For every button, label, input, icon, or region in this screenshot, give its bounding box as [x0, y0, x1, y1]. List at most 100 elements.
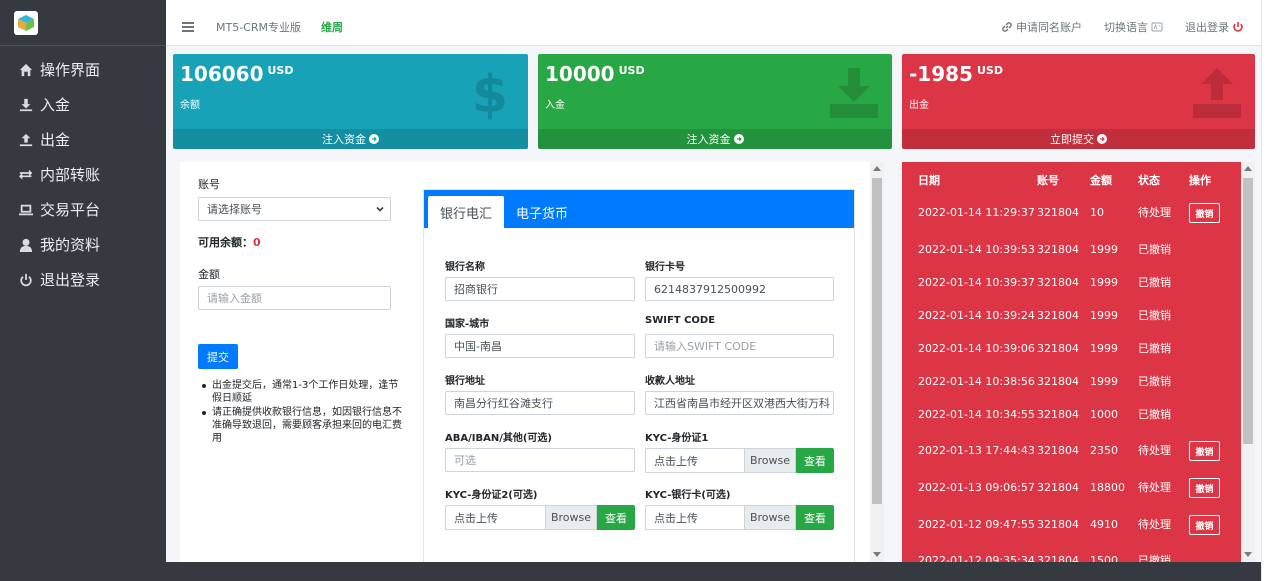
arrow-circle-right-icon [1097, 134, 1107, 144]
card-number-input[interactable]: 6214837912500992 [645, 277, 834, 301]
sidebar-item-profile[interactable]: 我的资料 [0, 227, 166, 262]
submit-button[interactable]: 提交 [198, 344, 238, 369]
window-edge [1261, 0, 1267, 581]
tab-bank-wire[interactable]: 银行电汇 [428, 196, 505, 228]
kyc-id2-file-input[interactable]: 点击上传 [445, 505, 545, 530]
cell-date: 2022-01-14 11:29:37 [918, 206, 1035, 219]
cell-account: 321804 [1037, 309, 1079, 322]
cell-date: 2022-01-14 10:39:24 [918, 309, 1035, 322]
payment-tabs: 银行电汇 电子货币 [424, 190, 854, 228]
switch-language-link[interactable]: 切换语言 [1104, 19, 1163, 35]
tab-crypto[interactable]: 电子货币 [504, 196, 580, 228]
apply-same-name-link[interactable]: 申请同名账户 [1001, 19, 1082, 35]
kyc-bank-card-file-input[interactable]: 点击上传 [645, 505, 744, 530]
kyc-bank-card-label: KYC-银行卡(可选) [645, 490, 731, 501]
bank-name-label: 银行名称 [445, 262, 485, 273]
bank-name-input[interactable]: 招商银行 [445, 277, 635, 301]
payment-method-card: 银行电汇 电子货币 银行名称 招商银行 银行卡号 621483791250099… [423, 189, 855, 562]
download-icon [18, 97, 34, 113]
cell-account: 321804 [1037, 408, 1079, 421]
sidebar-item-label: 出金 [40, 131, 71, 149]
scroll-up-icon[interactable] [1244, 166, 1252, 171]
cell-status: 待处理 [1138, 518, 1171, 531]
brand-link[interactable]: MT5-CRM专业版 [216, 19, 301, 35]
cell-account: 321804 [1037, 276, 1079, 289]
cancel-button[interactable]: 撤销 [1189, 478, 1220, 498]
weekly-link[interactable]: 维周 [321, 19, 343, 35]
cell-date: 2022-01-14 10:38:56 [918, 375, 1035, 388]
sidebar-item-deposit[interactable]: 入金 [0, 87, 166, 122]
table-row: 2022-01-13 09:06:57 321804 18800 待处理 撤销 [902, 478, 1255, 498]
cell-amount: 1999 [1090, 342, 1118, 355]
sidebar-item-logout[interactable]: 退出登录 [0, 262, 166, 297]
kyc-bank-card-view-button[interactable]: 查看 [796, 505, 834, 530]
cell-account: 321804 [1037, 342, 1079, 355]
upload-icon [1193, 68, 1241, 118]
logout-label: 退出登录 [1185, 21, 1229, 34]
menu-toggle-icon[interactable] [182, 22, 194, 32]
cell-amount: 4910 [1090, 518, 1118, 531]
table-row: 2022-01-12 09:47:55 321804 4910 待处理 撤销 [902, 515, 1255, 535]
withdraw-card: -1985 USD 出金 立即提交 [902, 54, 1255, 149]
header-account: 账号 [1037, 174, 1059, 187]
form-scrollbar[interactable] [870, 162, 884, 562]
available-balance-value: 0 [253, 236, 261, 249]
kyc-id2-browse-button[interactable]: Browse [545, 505, 597, 530]
cell-status: 已撤销 [1138, 309, 1171, 322]
note-item: 出金提交后，通常1-3个工作日处理，逢节假日顺延 [198, 379, 408, 405]
sidebar: 操作界面 入金 出金 内部转账 交易平台 我的资料 退出登录 [0, 0, 166, 581]
scroll-down-icon[interactable] [1244, 552, 1252, 557]
sidebar-item-platform[interactable]: 交易平台 [0, 192, 166, 227]
logout-link[interactable]: 退出登录 [1185, 19, 1244, 35]
cell-date: 2022-01-14 10:39:06 [918, 342, 1035, 355]
kyc-id2-view-button[interactable]: 查看 [597, 505, 635, 530]
amount-input[interactable]: 请输入金额 [198, 286, 391, 310]
country-city-label: 国家-城市 [445, 319, 490, 330]
cancel-button[interactable]: 撤销 [1189, 441, 1220, 461]
kyc-id2-upload: 点击上传 Browse 查看 [445, 505, 635, 530]
scroll-up-icon[interactable] [873, 166, 881, 171]
table-row: 2022-01-12 09:35:34 321804 1500 已撤销 [902, 551, 1255, 562]
cell-account: 321804 [1037, 518, 1079, 531]
kyc-id1-view-button[interactable]: 查看 [796, 448, 834, 473]
kyc-id1-browse-button[interactable]: Browse [744, 448, 796, 473]
submit-now-link[interactable]: 立即提交 [902, 129, 1255, 149]
top-right-menu: 申请同名账户 切换语言 退出登录 [1001, 19, 1261, 35]
kyc-id1-file-input[interactable]: 点击上传 [645, 448, 744, 473]
cell-date: 2022-01-12 09:47:55 [918, 518, 1035, 531]
sidebar-item-label: 退出登录 [40, 271, 101, 289]
switch-language-label: 切换语言 [1104, 21, 1148, 34]
cell-amount: 1999 [1090, 375, 1118, 388]
kyc-id1-label: KYC-身份证1 [645, 433, 709, 444]
user-icon [18, 237, 34, 253]
scroll-thumb[interactable] [1243, 178, 1253, 444]
card-label: 出金 [909, 100, 929, 111]
card-label: 余额 [180, 100, 200, 111]
card-amount: -1985 USD [909, 62, 1003, 86]
records-scrollbar[interactable] [1241, 162, 1255, 562]
aba-iban-input[interactable]: 可选 [445, 448, 635, 472]
account-select[interactable]: 请选择账号 [198, 197, 391, 221]
sidebar-item-dashboard[interactable]: 操作界面 [0, 52, 166, 87]
cancel-button[interactable]: 撤销 [1189, 203, 1220, 223]
header-amount: 金额 [1090, 174, 1112, 187]
scroll-down-icon[interactable] [873, 552, 881, 557]
deposit-funds-link[interactable]: 注入资金 [538, 129, 892, 149]
swift-code-input[interactable]: 请输入SWIFT CODE [645, 334, 834, 358]
sidebar-item-transfer[interactable]: 内部转账 [0, 157, 166, 192]
cell-amount: 1999 [1090, 243, 1118, 256]
country-city-input[interactable]: 中国-南昌 [445, 334, 635, 358]
cell-status: 已撤销 [1138, 375, 1171, 388]
svg-text:$: $ [472, 65, 508, 120]
payee-address-input[interactable]: 江西省南昌市经开区双港西大街万科 [645, 391, 834, 415]
sidebar-item-withdraw[interactable]: 出金 [0, 122, 166, 157]
sidebar-item-label: 交易平台 [40, 201, 101, 219]
deposit-funds-link[interactable]: 注入资金 [173, 129, 528, 149]
scroll-thumb[interactable] [872, 178, 882, 504]
card-amount: 106060 USD [180, 62, 294, 86]
kyc-bank-card-browse-button[interactable]: Browse [744, 505, 796, 530]
header-action: 操作 [1189, 174, 1211, 187]
bank-address-input[interactable]: 南昌分行红谷滩支行 [445, 391, 635, 415]
cancel-button[interactable]: 撤销 [1189, 515, 1220, 535]
logo-cube-icon[interactable] [14, 11, 38, 35]
